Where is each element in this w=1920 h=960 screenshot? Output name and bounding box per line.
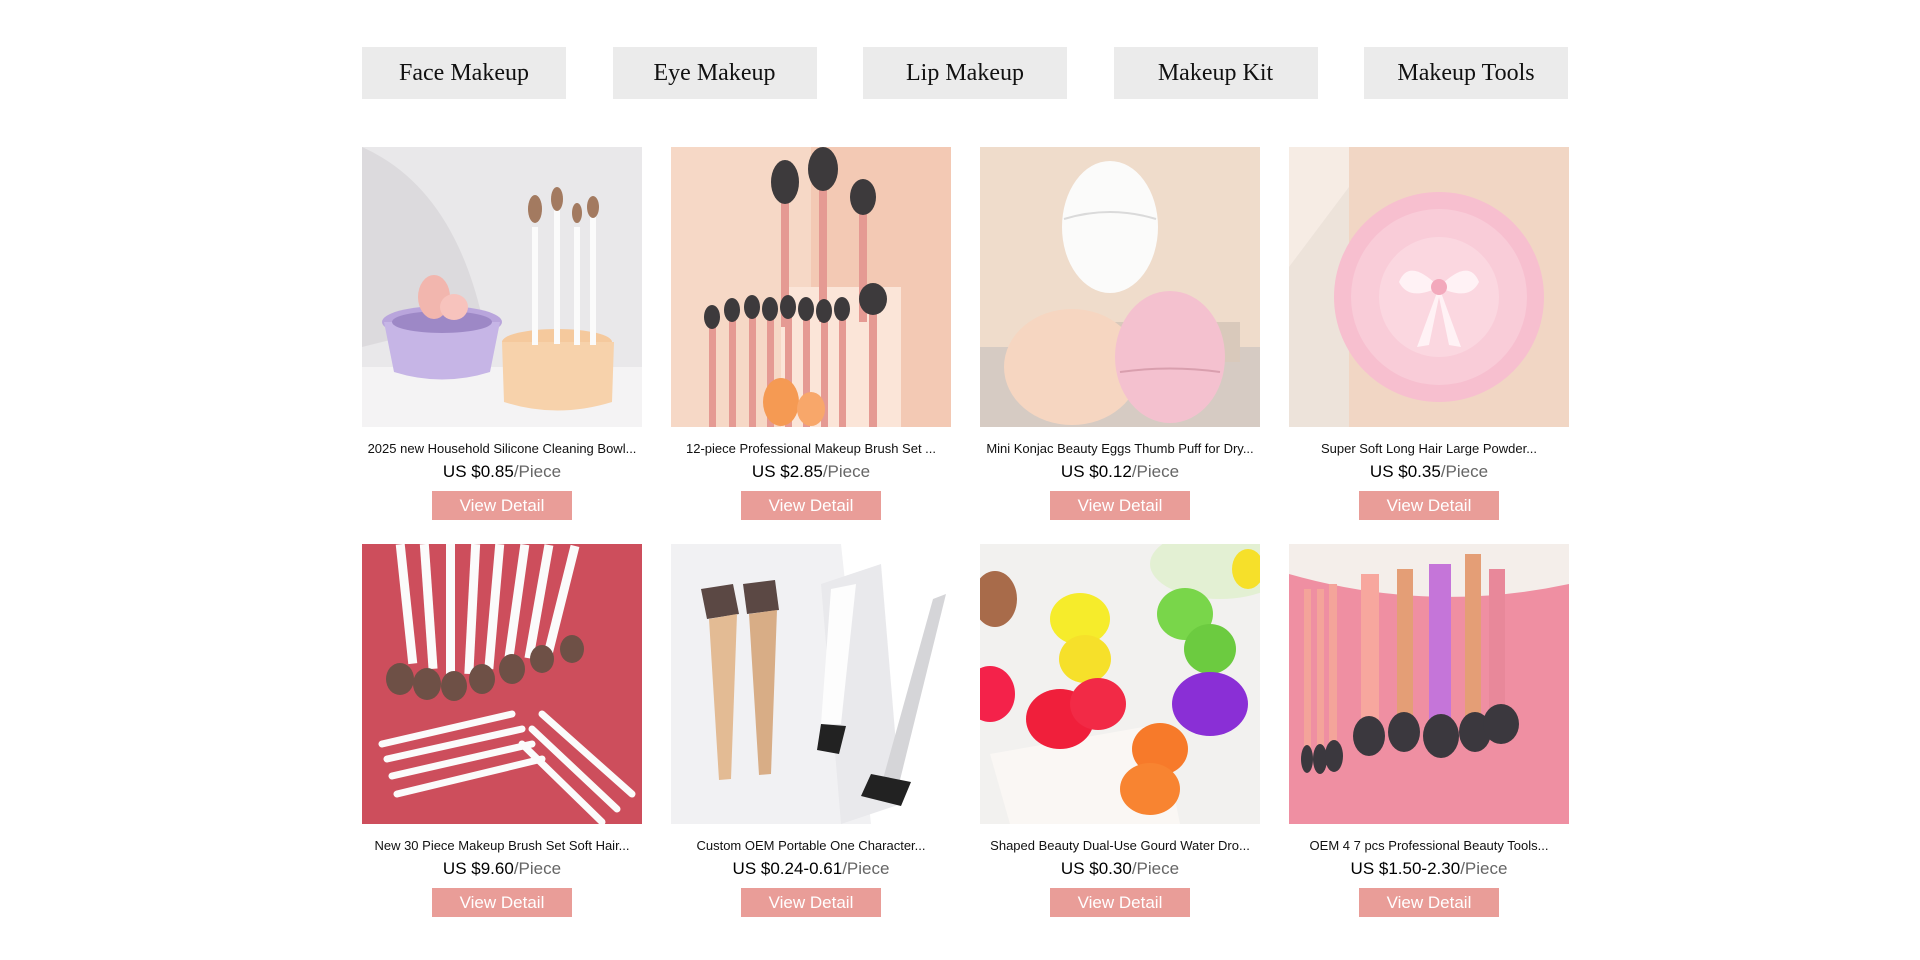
product-price: US $1.50-2.30 <box>1350 859 1461 878</box>
product-title[interactable]: Shaped Beauty Dual-Use Gourd Water Dro..… <box>980 838 1260 854</box>
view-detail-button[interactable]: View Detail <box>1050 888 1190 917</box>
price-unit: /Piece <box>513 462 562 481</box>
product-price-line: US $0.30/Piece <box>1061 859 1179 879</box>
product-title[interactable]: 12-piece Professional Makeup Brush Set .… <box>671 441 951 457</box>
price-unit: /Piece <box>1440 462 1489 481</box>
product-price: US $0.30 <box>1060 859 1132 878</box>
product-image-flat-brush[interactable] <box>671 544 951 824</box>
product-card: New 30 Piece Makeup Brush Set Soft Hair.… <box>362 544 642 941</box>
product-title[interactable]: New 30 Piece Makeup Brush Set Soft Hair.… <box>362 838 642 854</box>
product-title[interactable]: 2025 new Household Silicone Cleaning Bow… <box>362 441 642 457</box>
product-price: US $9.60 <box>442 859 514 878</box>
category-makeup-tools[interactable]: Makeup Tools <box>1364 47 1568 99</box>
product-price-line: US $0.12/Piece <box>1061 462 1179 482</box>
product-image-pink-brushes[interactable] <box>1289 544 1569 824</box>
product-card: Super Soft Long Hair Large Powder... US … <box>1289 147 1569 544</box>
product-image-silicone-cleaning-bowl[interactable] <box>362 147 642 427</box>
product-card: OEM 4 7 pcs Professional Beauty Tools...… <box>1289 544 1569 941</box>
product-price-line: US $0.35/Piece <box>1370 462 1488 482</box>
price-unit: /Piece <box>513 859 562 878</box>
product-title[interactable]: Custom OEM Portable One Character... <box>671 838 951 854</box>
product-price: US $0.85 <box>442 462 514 481</box>
category-nav: Face Makeup Eye Makeup Lip Makeup Makeup… <box>362 47 1568 99</box>
product-price-line: US $1.50-2.30/Piece <box>1351 859 1508 879</box>
product-card: 12-piece Professional Makeup Brush Set .… <box>671 147 951 544</box>
view-detail-button[interactable]: View Detail <box>741 491 881 520</box>
category-eye-makeup[interactable]: Eye Makeup <box>612 47 817 99</box>
category-face-makeup[interactable]: Face Makeup <box>362 47 566 99</box>
product-image-brush-set[interactable] <box>671 147 951 427</box>
category-lip-makeup[interactable]: Lip Makeup <box>863 47 1067 99</box>
price-unit: /Piece <box>1131 462 1180 481</box>
view-detail-button[interactable]: View Detail <box>1359 491 1499 520</box>
product-price: US $0.24-0.61 <box>732 859 843 878</box>
price-unit: /Piece <box>1131 859 1180 878</box>
product-title[interactable]: Super Soft Long Hair Large Powder... <box>1289 441 1569 457</box>
product-card: Shaped Beauty Dual-Use Gourd Water Dro..… <box>980 544 1260 941</box>
view-detail-button[interactable]: View Detail <box>432 888 572 917</box>
product-image-gourd-sponges[interactable] <box>980 544 1260 824</box>
product-price-line: US $2.85/Piece <box>752 462 870 482</box>
product-card: 2025 new Household Silicone Cleaning Bow… <box>362 147 642 544</box>
view-detail-button[interactable]: View Detail <box>1359 888 1499 917</box>
product-title[interactable]: OEM 4 7 pcs Professional Beauty Tools... <box>1289 838 1569 854</box>
product-image-beauty-eggs[interactable] <box>980 147 1260 427</box>
price-unit: /Piece <box>1460 859 1508 878</box>
product-image-30-piece-brush-set[interactable] <box>362 544 642 824</box>
product-price: US $2.85 <box>751 462 823 481</box>
product-title[interactable]: Mini Konjac Beauty Eggs Thumb Puff for D… <box>980 441 1260 457</box>
category-makeup-kit[interactable]: Makeup Kit <box>1113 47 1318 99</box>
product-card: Custom OEM Portable One Character... US … <box>671 544 951 941</box>
view-detail-button[interactable]: View Detail <box>741 888 881 917</box>
product-price-line: US $0.85/Piece <box>443 462 561 482</box>
product-price: US $0.12 <box>1060 462 1132 481</box>
product-price-line: US $9.60/Piece <box>443 859 561 879</box>
view-detail-button[interactable]: View Detail <box>1050 491 1190 520</box>
product-grid: 2025 new Household Silicone Cleaning Bow… <box>362 147 1569 941</box>
product-price-line: US $0.24-0.61/Piece <box>733 859 890 879</box>
product-price: US $0.35 <box>1369 462 1441 481</box>
view-detail-button[interactable]: View Detail <box>432 491 572 520</box>
price-unit: /Piece <box>842 859 890 878</box>
product-card: Mini Konjac Beauty Eggs Thumb Puff for D… <box>980 147 1260 544</box>
price-unit: /Piece <box>822 462 871 481</box>
product-image-powder-puff[interactable] <box>1289 147 1569 427</box>
